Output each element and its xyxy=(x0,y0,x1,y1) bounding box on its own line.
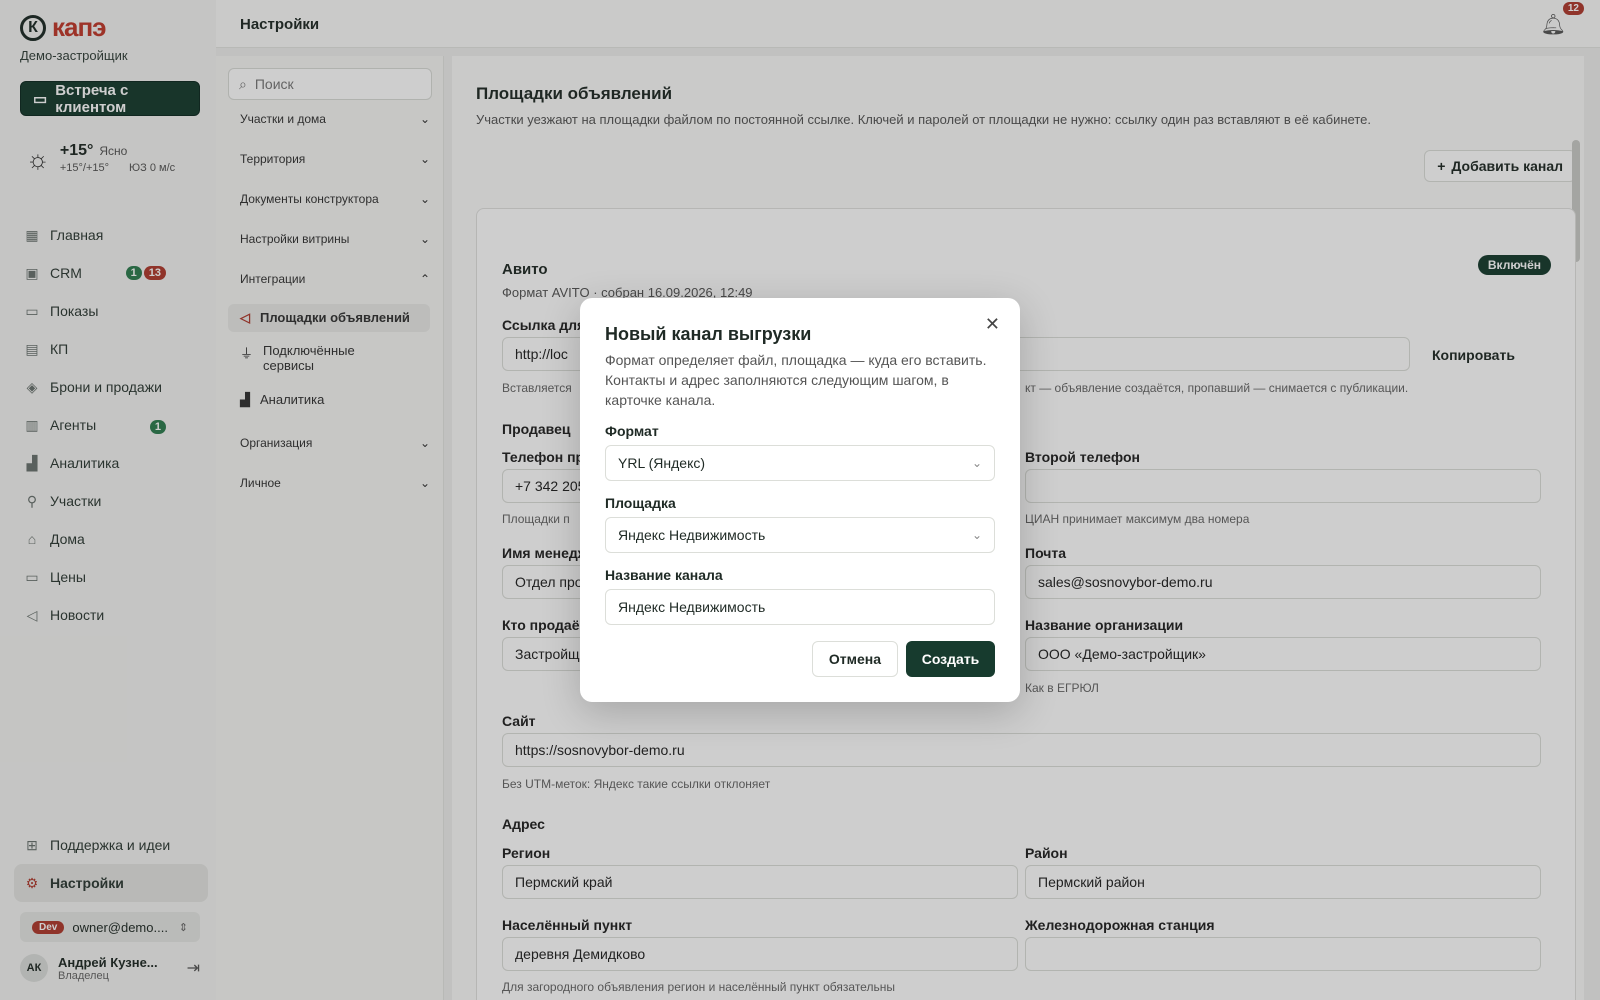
platform-value: Яндекс Недвижимость xyxy=(618,527,766,543)
platform-select[interactable]: Яндекс Недвижимость ⌄ xyxy=(605,517,995,553)
dialog-title: Новый канал выгрузки xyxy=(605,324,812,344)
cancel-button[interactable]: Отмена xyxy=(812,641,898,677)
format-value: YRL (Яндекс) xyxy=(618,455,706,471)
channel-name-input[interactable]: Яндекс Недвижимость xyxy=(605,589,995,625)
close-icon[interactable]: ✕ xyxy=(985,314,1000,335)
format-label: Формат xyxy=(605,423,659,439)
chevron-down-icon: ⌄ xyxy=(971,456,982,470)
channel-name-label: Название канала xyxy=(605,567,723,583)
chevron-down-icon: ⌄ xyxy=(971,528,982,542)
channel-name-value: Яндекс Недвижимость xyxy=(618,599,766,615)
create-button[interactable]: Создать xyxy=(906,641,995,677)
dialog-desc: Формат определяет файл, площадка — куда … xyxy=(605,352,987,408)
format-select[interactable]: YRL (Яндекс) ⌄ xyxy=(605,445,995,481)
new-channel-dialog: Новый канал выгрузки ✕ Формат определяет… xyxy=(580,298,1020,702)
platform-label: Площадка xyxy=(605,495,676,511)
